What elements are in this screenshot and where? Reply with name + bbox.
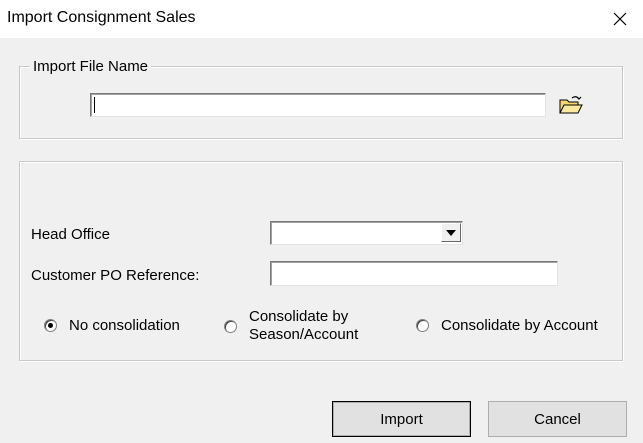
browse-file-button[interactable] (557, 92, 585, 118)
import-file-legend: Import File Name (30, 58, 152, 75)
radio-consolidate-season-account[interactable]: Consolidate by Season/Account (224, 308, 358, 344)
radio-label: No consolidation (69, 317, 180, 334)
head-office-label: Head Office (31, 226, 110, 243)
head-office-select[interactable] (270, 221, 463, 245)
window-title: Import Consignment Sales (7, 9, 196, 26)
radio-button[interactable] (416, 319, 429, 332)
po-reference-label: Customer PO Reference: (31, 267, 200, 284)
radio-label-line1: Consolidate by (249, 308, 349, 325)
radio-no-consolidation[interactable]: No consolidation (44, 316, 180, 335)
close-icon (613, 12, 627, 26)
head-office-dropdown-button[interactable] (441, 223, 461, 242)
chevron-down-icon (446, 229, 456, 236)
open-folder-icon (559, 96, 583, 114)
radio-label: Consolidate by Season/Account (249, 308, 358, 344)
radio-button[interactable] (44, 319, 57, 332)
import-file-input[interactable] (90, 93, 546, 117)
radio-consolidate-account[interactable]: Consolidate by Account (416, 316, 598, 335)
po-reference-input[interactable] (270, 261, 558, 286)
title-bar: Import Consignment Sales (0, 0, 643, 38)
import-button[interactable]: Import (332, 401, 471, 437)
radio-label-line2: Season/Account (249, 326, 359, 343)
text-caret (94, 97, 95, 113)
radio-button[interactable] (224, 319, 237, 333)
close-button[interactable] (597, 0, 643, 38)
cancel-button[interactable]: Cancel (488, 401, 627, 437)
radio-label: Consolidate by Account (441, 317, 598, 334)
